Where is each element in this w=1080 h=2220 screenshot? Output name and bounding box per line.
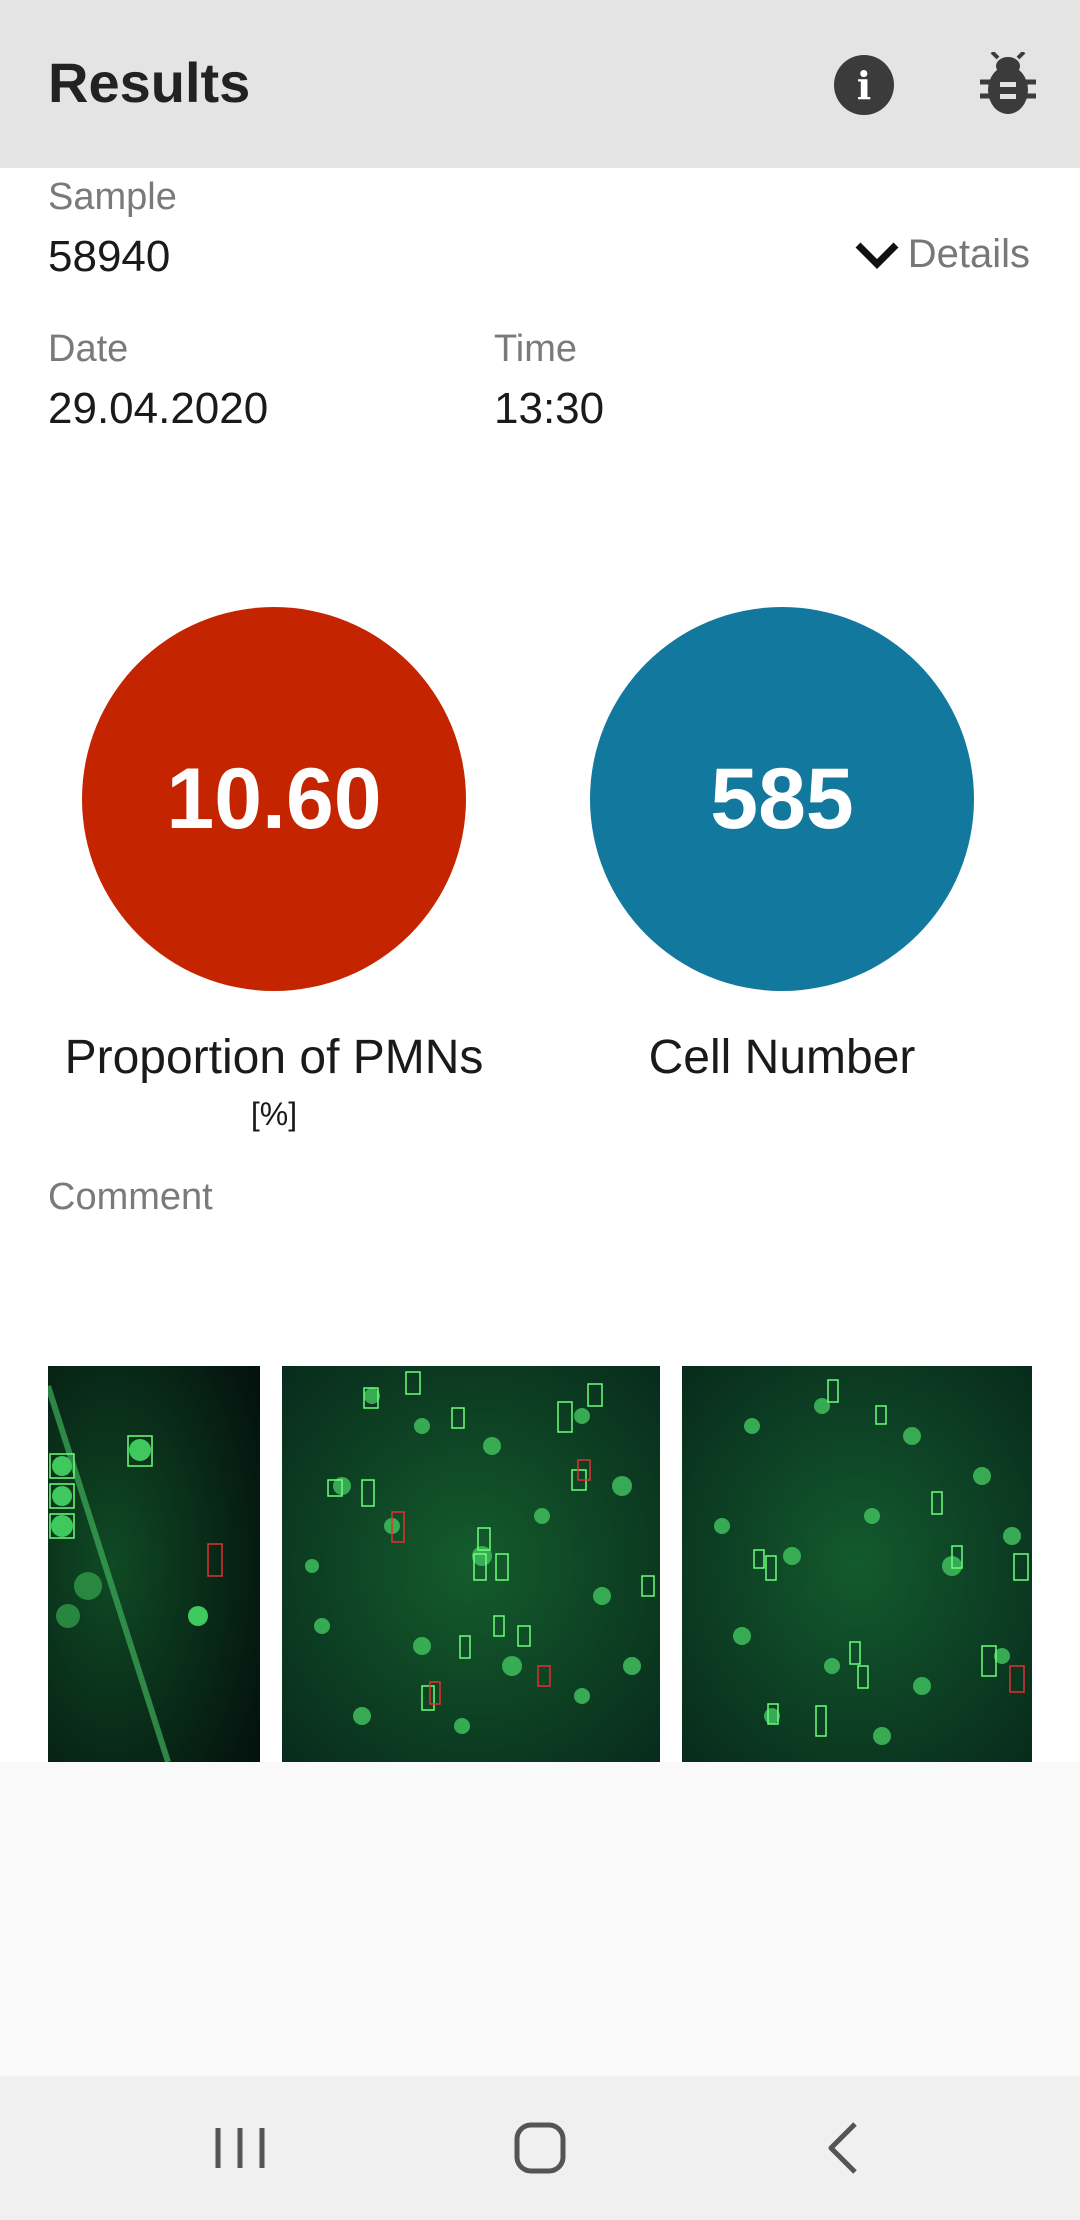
micrograph-3[interactable] [682, 1366, 1032, 1762]
date-label: Date [48, 328, 129, 370]
home-icon[interactable] [500, 2116, 580, 2180]
results-content: Sample 58940 Details Date 29.04.2020 Tim… [0, 168, 1080, 1762]
page-title: Results [48, 51, 251, 114]
details-label: Details [907, 232, 1030, 276]
bug-icon[interactable] [978, 50, 1038, 116]
sample-value: 58940 [48, 232, 171, 281]
pmn-proportion-label: Proportion of PMNs [64, 1031, 484, 1084]
cell-number-label: Cell Number [648, 1031, 916, 1084]
pmn-proportion-circle: 10.60 [82, 607, 466, 991]
chevron-down-icon [855, 242, 899, 269]
comment-label: Comment [48, 1176, 213, 1218]
micrograph-1[interactable] [48, 1366, 260, 1762]
info-icon[interactable]: i [834, 55, 894, 115]
details-toggle[interactable]: Details [854, 232, 1030, 277]
system-nav-bar [0, 2076, 1080, 2220]
back-icon[interactable] [803, 2116, 883, 2180]
time-value: 13:30 [494, 384, 605, 433]
recents-icon[interactable] [200, 2116, 280, 2180]
app-bar: Results i [0, 0, 1080, 168]
pmn-proportion-unit: [%] [250, 1096, 298, 1132]
cell-number-circle: 585 [590, 607, 974, 991]
micrograph-2[interactable] [282, 1366, 660, 1762]
date-value: 29.04.2020 [48, 384, 269, 433]
time-label: Time [494, 328, 578, 370]
sample-label: Sample [48, 176, 177, 218]
